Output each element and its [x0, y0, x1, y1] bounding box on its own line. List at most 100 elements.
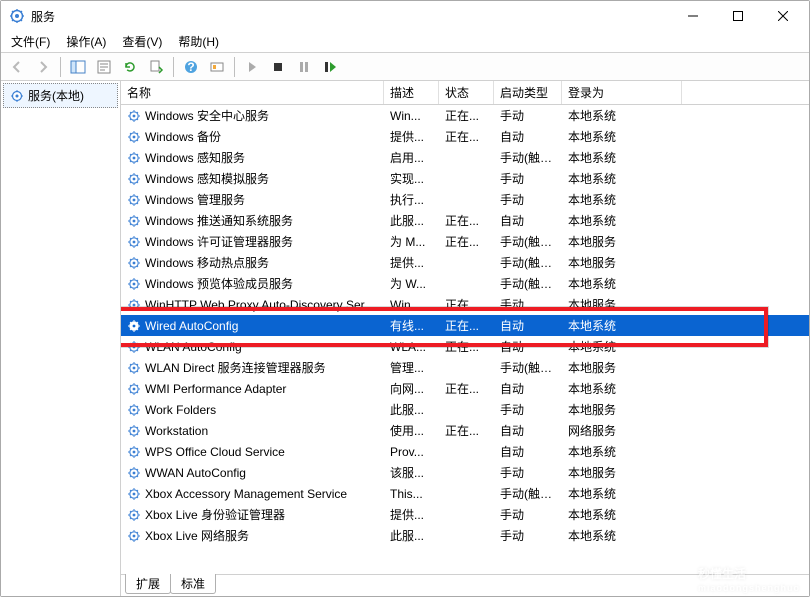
- cell-desc: 为 M...: [384, 233, 439, 250]
- cell-logon: 本地系统: [562, 338, 682, 355]
- cell-logon: 本地系统: [562, 485, 682, 502]
- service-name: WinHTTP Web Proxy Auto-Discovery Ser...: [145, 298, 374, 312]
- service-name: Windows 预览体验成员服务: [145, 275, 293, 292]
- cell-logon: 本地系统: [562, 275, 682, 292]
- cell-name: Windows 移动热点服务: [121, 254, 384, 271]
- table-row[interactable]: WPS Office Cloud ServiceProv...自动本地系统: [121, 441, 809, 462]
- gear-icon: [127, 298, 141, 312]
- tab-extended[interactable]: 扩展: [125, 574, 171, 594]
- table-row[interactable]: Wired AutoConfig有线...正在...自动本地系统: [121, 315, 809, 336]
- cell-status: 正在...: [439, 422, 494, 439]
- table-row[interactable]: WLAN Direct 服务连接管理器服务管理...手动(触发...本地服务: [121, 357, 809, 378]
- table-row[interactable]: Windows 移动热点服务提供...手动(触发...本地服务: [121, 252, 809, 273]
- service-name: WWAN AutoConfig: [145, 466, 246, 480]
- cell-desc: WLA...: [384, 340, 439, 354]
- cell-logon: 本地服务: [562, 296, 682, 313]
- cell-startup: 手动: [494, 170, 562, 187]
- service-name: WPS Office Cloud Service: [145, 445, 285, 459]
- cell-startup: 手动: [494, 464, 562, 481]
- service-name: Xbox Live 身份验证管理器: [145, 506, 285, 523]
- service-name: Windows 推送通知系统服务: [145, 212, 293, 229]
- cell-name: Windows 安全中心服务: [121, 107, 384, 124]
- service-name: Xbox Accessory Management Service: [145, 487, 347, 501]
- table-row[interactable]: Windows 推送通知系统服务此服...正在...自动本地系统: [121, 210, 809, 231]
- table-row[interactable]: WLAN AutoConfigWLA...正在...自动本地系统: [121, 336, 809, 357]
- services-icon: [9, 8, 25, 24]
- cell-desc: 提供...: [384, 254, 439, 271]
- service-name: WLAN AutoConfig: [145, 340, 242, 354]
- menu-action[interactable]: 操作(A): [58, 31, 114, 52]
- table-row[interactable]: WMI Performance Adapter向网...正在...自动本地系统: [121, 378, 809, 399]
- cell-startup: 自动: [494, 128, 562, 145]
- table-row[interactable]: WWAN AutoConfig该服...手动本地服务: [121, 462, 809, 483]
- cell-startup: 手动: [494, 527, 562, 544]
- cell-logon: 本地系统: [562, 191, 682, 208]
- table-row[interactable]: Xbox Accessory Management Service This...…: [121, 483, 809, 504]
- table-row[interactable]: Windows 安全中心服务Win...正在...手动本地系统: [121, 105, 809, 126]
- cell-desc: This...: [384, 487, 439, 501]
- cell-logon: 网络服务: [562, 422, 682, 439]
- col-header-desc[interactable]: 描述: [384, 81, 439, 104]
- main-body: 服务(本地) 名称 描述 状态 启动类型 登录为 Windows 安全中心服务W…: [1, 81, 809, 596]
- export-list-button[interactable]: [144, 55, 168, 79]
- gear-icon: [127, 193, 141, 207]
- table-row[interactable]: Windows 许可证管理器服务为 M...正在...手动(触发...本地服务: [121, 231, 809, 252]
- minimize-button[interactable]: [670, 2, 715, 30]
- cell-logon: 本地系统: [562, 212, 682, 229]
- cell-name: Workstation: [121, 424, 384, 438]
- cell-logon: 本地服务: [562, 464, 682, 481]
- cell-logon: 本地系统: [562, 107, 682, 124]
- menu-help[interactable]: 帮助(H): [170, 31, 227, 52]
- menu-view[interactable]: 查看(V): [114, 31, 170, 52]
- stop-service-button[interactable]: [266, 55, 290, 79]
- cell-name: Windows 管理服务: [121, 191, 384, 208]
- table-row[interactable]: Windows 管理服务执行...手动本地系统: [121, 189, 809, 210]
- show-hide-console-tree-button[interactable]: [66, 55, 90, 79]
- menu-file[interactable]: 文件(F): [3, 31, 58, 52]
- cell-name: Xbox Accessory Management Service: [121, 487, 384, 501]
- gear-icon: [127, 235, 141, 249]
- cell-desc: 管理...: [384, 359, 439, 376]
- cell-name: WMI Performance Adapter: [121, 382, 384, 396]
- service-name: Windows 许可证管理器服务: [145, 233, 293, 250]
- start-service-button[interactable]: [240, 55, 264, 79]
- refresh-button[interactable]: [118, 55, 142, 79]
- cell-status: 正在...: [439, 212, 494, 229]
- restart-service-button[interactable]: [318, 55, 342, 79]
- svg-text:?: ?: [187, 60, 194, 74]
- col-header-status[interactable]: 状态: [439, 81, 494, 104]
- table-row[interactable]: Xbox Live 身份验证管理器提供...手动本地系统: [121, 504, 809, 525]
- table-row[interactable]: Windows 预览体验成员服务为 W...手动(触发...本地系统: [121, 273, 809, 294]
- col-header-name[interactable]: 名称: [121, 81, 384, 104]
- forward-button[interactable]: [31, 55, 55, 79]
- gear-icon: [127, 403, 141, 417]
- table-row[interactable]: Xbox Live 网络服务此服...手动本地系统: [121, 525, 809, 546]
- table-row[interactable]: Windows 感知模拟服务实现...手动本地系统: [121, 168, 809, 189]
- cell-name: Windows 感知服务: [121, 149, 384, 166]
- cell-startup: 自动: [494, 338, 562, 355]
- table-row[interactable]: Windows 备份提供...正在...自动本地系统: [121, 126, 809, 147]
- tree-root-item[interactable]: 服务(本地): [3, 83, 118, 108]
- gear-icon: [127, 487, 141, 501]
- table-row[interactable]: WinHTTP Web Proxy Auto-Discovery Ser...W…: [121, 294, 809, 315]
- table-row[interactable]: Work Folders此服...手动本地服务: [121, 399, 809, 420]
- table-row[interactable]: Workstation使用...正在...自动网络服务: [121, 420, 809, 441]
- gear-icon: [127, 277, 141, 291]
- maximize-button[interactable]: [715, 2, 760, 30]
- properties-button[interactable]: [92, 55, 116, 79]
- pause-service-button[interactable]: [292, 55, 316, 79]
- tab-standard[interactable]: 标准: [170, 574, 216, 594]
- back-button[interactable]: [5, 55, 29, 79]
- help-button[interactable]: ?: [179, 55, 203, 79]
- cell-desc: 此服...: [384, 527, 439, 544]
- col-header-startup[interactable]: 启动类型: [494, 81, 562, 104]
- service-name: Xbox Live 网络服务: [145, 527, 249, 544]
- services-list[interactable]: 名称 描述 状态 启动类型 登录为 Windows 安全中心服务Win...正在…: [121, 81, 809, 574]
- cell-startup: 自动: [494, 317, 562, 334]
- cell-status: 正在...: [439, 317, 494, 334]
- table-row[interactable]: Windows 感知服务启用...手动(触发...本地系统: [121, 147, 809, 168]
- status-icon-button[interactable]: [205, 55, 229, 79]
- col-header-logon[interactable]: 登录为: [562, 81, 682, 104]
- close-button[interactable]: [760, 2, 805, 30]
- cell-status: 正在...: [439, 128, 494, 145]
